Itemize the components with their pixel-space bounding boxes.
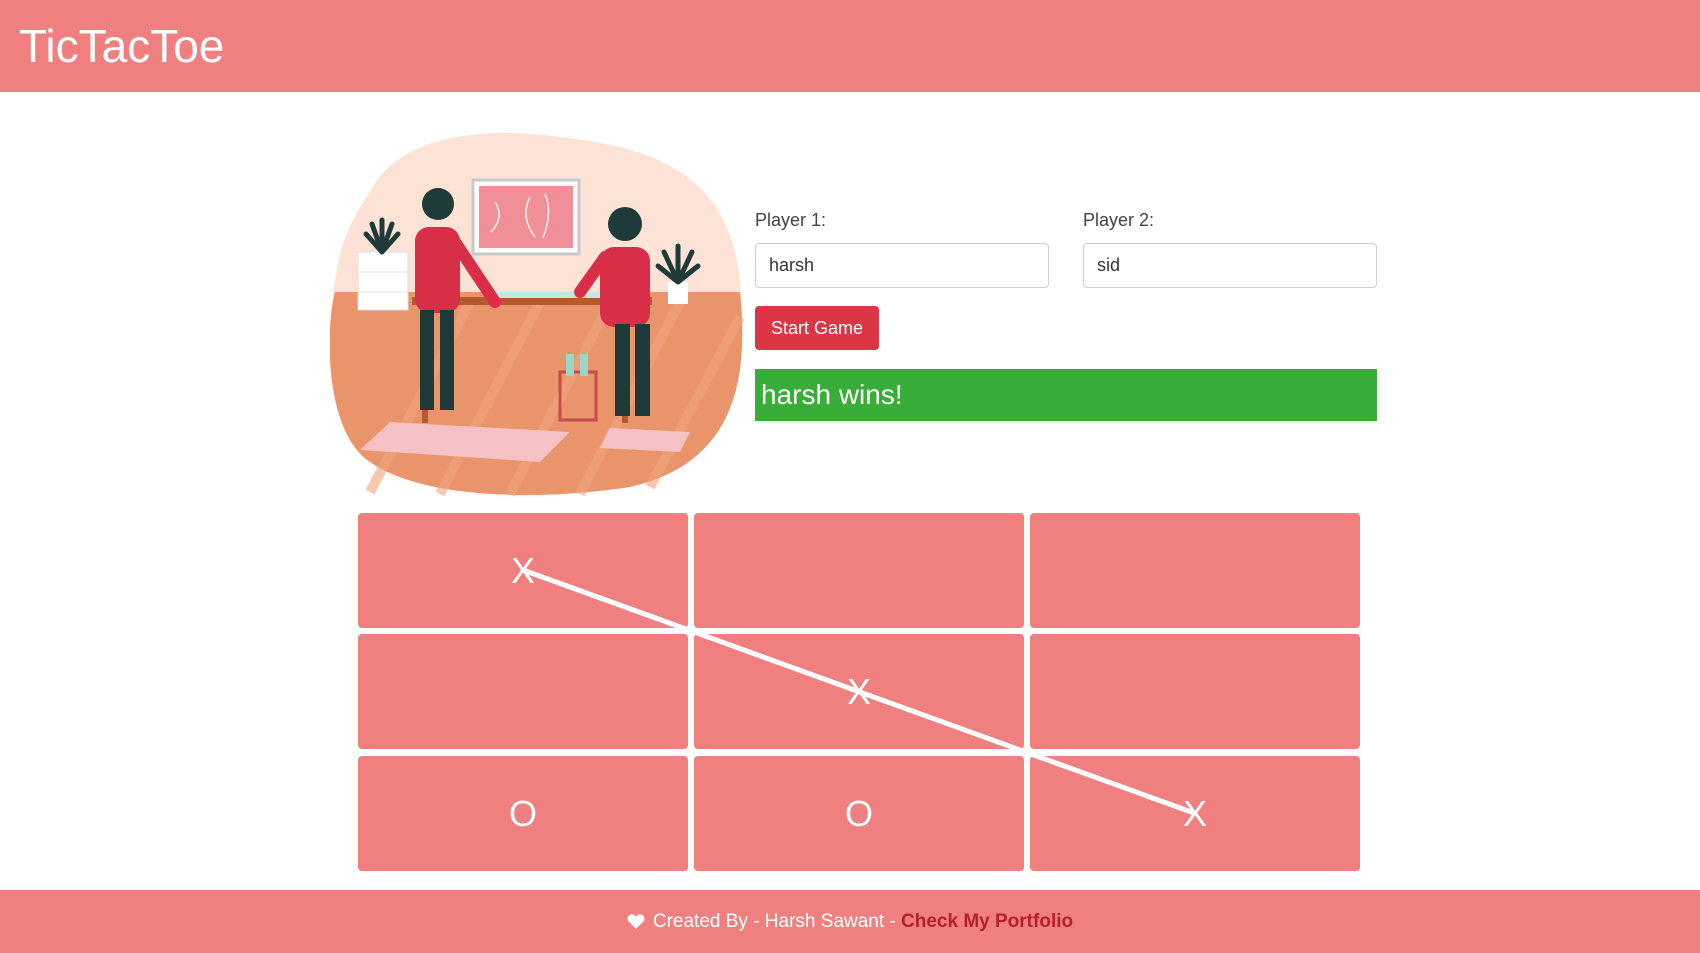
board-cell-6[interactable] — [1030, 634, 1360, 749]
game-board: X X O O X — [358, 513, 1360, 871]
navbar: TicTacToe — [0, 0, 1700, 92]
player2-label: Player 2: — [1083, 210, 1155, 230]
board-cell-2[interactable] — [694, 513, 1024, 628]
footer: Created By - Harsh Sawant - Check My Por… — [0, 890, 1700, 953]
portfolio-link[interactable]: Check My Portfolio — [901, 911, 1073, 932]
board-cell-8[interactable]: O — [694, 756, 1024, 871]
winner-status-banner: harsh wins! — [755, 369, 1377, 421]
board-cell-7[interactable]: O — [358, 756, 688, 871]
heart-icon — [627, 914, 645, 929]
player1-label: Player 1: — [755, 210, 827, 230]
players-illustration — [330, 132, 745, 496]
board-cell-4[interactable] — [358, 634, 688, 749]
board-cell-3[interactable] — [1030, 513, 1360, 628]
board-cell-9[interactable]: X — [1030, 756, 1360, 871]
board-cell-1[interactable]: X — [358, 513, 688, 628]
player2-input[interactable] — [1083, 243, 1377, 288]
player1-input[interactable] — [755, 243, 1049, 288]
brand-title[interactable]: TicTacToe — [19, 20, 224, 72]
board-cell-5[interactable]: X — [694, 634, 1024, 749]
footer-credit: Created By - Harsh Sawant - — [652, 911, 902, 932]
start-game-button[interactable]: Start Game — [755, 306, 879, 350]
